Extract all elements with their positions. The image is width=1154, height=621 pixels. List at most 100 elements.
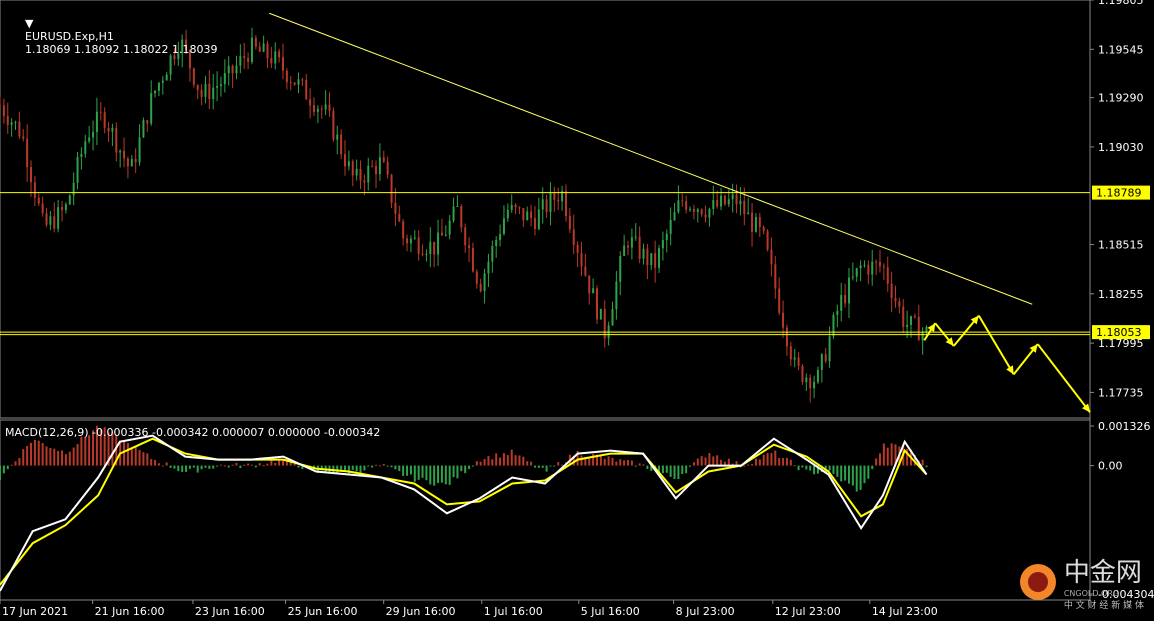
histogram-bar — [262, 465, 265, 467]
histogram-bar — [355, 465, 358, 472]
candle-body — [921, 331, 924, 341]
histogram-bar — [185, 465, 188, 472]
histogram-bar — [347, 465, 350, 475]
candle-body — [219, 84, 222, 86]
candle-body — [37, 197, 40, 204]
histogram-bar — [440, 465, 443, 483]
candle-body — [146, 120, 149, 124]
candle-body — [285, 70, 288, 83]
candle-body — [925, 326, 928, 332]
candle-body — [840, 294, 843, 311]
candle-body — [402, 221, 405, 239]
candle-body — [130, 159, 133, 167]
candle-body — [464, 227, 467, 246]
candle-body — [88, 137, 91, 142]
histogram-bar — [61, 450, 64, 466]
histogram-bar — [491, 459, 494, 466]
candle-body — [390, 174, 393, 203]
histogram-bar — [766, 453, 769, 466]
histogram-bar — [677, 465, 680, 480]
candle-body — [305, 79, 308, 100]
candle-body — [200, 89, 203, 97]
histogram-bar — [371, 465, 374, 468]
histogram-bar — [828, 465, 831, 471]
candle-body — [665, 233, 668, 241]
candle-body — [502, 218, 505, 234]
candle-body — [882, 266, 885, 268]
histogram-bar — [425, 465, 428, 481]
candle-body — [813, 381, 816, 389]
histogram-bar — [685, 465, 688, 474]
candle-body — [363, 180, 366, 183]
histogram-bar — [619, 459, 622, 466]
candle-body — [243, 56, 246, 59]
collapse-triangle-icon[interactable]: ▼ — [25, 17, 33, 30]
histogram-bar — [537, 465, 540, 468]
price-tick-label: 1.19030 — [1098, 141, 1144, 154]
watermark-logo: 中金网 CNGOLD.ORG 中 文 财 经 新 媒 体 — [1018, 552, 1144, 611]
histogram-bar — [623, 460, 626, 466]
histogram-bar — [545, 465, 548, 472]
candle-body — [491, 245, 494, 262]
histogram-bar — [84, 436, 87, 466]
candle-body — [720, 195, 723, 207]
histogram-bar — [499, 457, 502, 466]
histogram-bar — [80, 436, 83, 466]
histogram-bar — [851, 465, 854, 486]
candle-body — [824, 354, 827, 362]
candle-body — [844, 294, 847, 304]
candle-body — [371, 165, 374, 167]
histogram-bar — [630, 460, 633, 466]
histogram-bar — [150, 459, 153, 466]
forecast-segment — [977, 315, 1015, 375]
candle-body — [227, 65, 230, 74]
histogram-bar — [456, 465, 459, 479]
histogram-bar — [26, 446, 29, 466]
candle-body — [18, 121, 21, 137]
histogram-bar — [134, 446, 137, 466]
candle-body — [309, 99, 312, 106]
histogram-bar — [239, 465, 242, 469]
histogram-bar — [700, 456, 703, 466]
macd-header: MACD(12,26,9) -0.000336 -0.000342 0.0000… — [5, 426, 381, 439]
histogram-bar — [530, 461, 533, 466]
candle-body — [650, 253, 653, 266]
candle-body — [64, 204, 67, 211]
histogram-bar — [460, 465, 463, 472]
candle-body — [584, 266, 587, 276]
candle-body — [859, 265, 862, 269]
histogram-bar — [22, 449, 25, 466]
histogram-bar — [859, 465, 862, 490]
candle-body — [340, 134, 343, 155]
candle-body — [278, 51, 281, 58]
histogram-bar — [130, 449, 133, 466]
histogram-bar — [340, 465, 343, 470]
histogram-bar — [549, 465, 552, 467]
histogram-bar — [518, 455, 521, 466]
histogram-bar — [689, 465, 692, 467]
histogram-bar — [270, 460, 273, 466]
candle-body — [669, 220, 672, 234]
histogram-bar — [882, 443, 885, 466]
histogram-bar — [801, 465, 804, 468]
candle-body — [281, 57, 284, 71]
candle-body — [429, 241, 432, 254]
candle-body — [770, 249, 773, 265]
histogram-bar — [487, 456, 490, 466]
histogram-bar — [464, 465, 467, 474]
candle-body — [716, 200, 719, 207]
histogram-bar — [363, 465, 366, 471]
histogram-bar — [921, 459, 924, 466]
candle-body — [809, 377, 812, 389]
candle-body — [347, 161, 350, 167]
histogram-bar — [0, 465, 1, 480]
candle-body — [564, 191, 567, 216]
candle-body — [522, 208, 525, 221]
candle-body — [483, 273, 486, 292]
histogram-bar — [553, 465, 556, 467]
histogram-bar — [30, 442, 33, 466]
candle-body — [26, 138, 29, 168]
candle-body — [875, 261, 878, 263]
time-tick-label: 17 Jun 2021 — [2, 605, 68, 618]
candle-body — [76, 156, 79, 183]
